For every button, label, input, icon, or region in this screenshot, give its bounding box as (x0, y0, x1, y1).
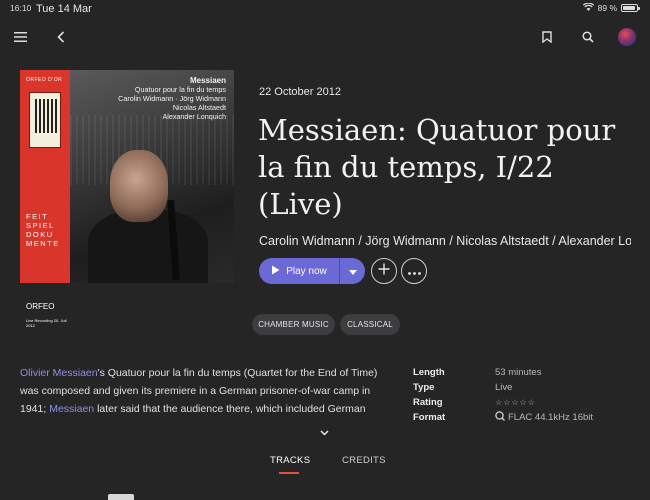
metadata-key: Format (413, 412, 446, 423)
format-value: FLAC 44.1kHz 16bit (495, 411, 593, 424)
cover-photo: Messiaen Quatuor pour la fin du temps Ca… (70, 70, 234, 283)
track-list-peek (0, 494, 650, 500)
cover-emblem (29, 92, 61, 148)
top-nav (0, 22, 650, 50)
cover-series-text: FEIT SPIEL DOKU MENTE (26, 212, 60, 248)
status-right: 89 % (582, 2, 640, 13)
metadata-row: Format FLAC 44.1kHz 16bit (413, 410, 593, 425)
genre-tag[interactable]: CLASSICAL (340, 314, 400, 335)
bookmark-icon[interactable] (536, 26, 558, 48)
album-artists[interactable]: Carolin Widmann / Jörg Widmann / Nicolas… (259, 234, 631, 248)
metadata-row: Type Live (413, 380, 593, 395)
chevron-down-icon (319, 423, 329, 441)
cover-performers: Nicolas Altstaedt (172, 103, 226, 112)
album-cover[interactable]: ORFEO D'OR FEIT SPIEL DOKU MENTE ORFEO L… (20, 70, 234, 328)
cover-figure-head (110, 150, 168, 222)
genre-tag[interactable]: CHAMBER MUSIC (252, 314, 335, 335)
release-date: 22 October 2012 (259, 86, 341, 98)
user-avatar[interactable] (616, 26, 638, 48)
battery-icon (621, 4, 640, 12)
composer-link[interactable]: Olivier Messiaen (20, 367, 98, 379)
cover-series-line: FEIT (26, 212, 49, 221)
status-time: 16:10 (10, 3, 32, 13)
caret-down-icon (348, 262, 357, 280)
metadata-key: Rating (413, 397, 443, 408)
metadata-value: 53 minutes (495, 367, 542, 378)
avatar (618, 28, 636, 46)
metadata-value: Live (495, 382, 513, 393)
audio-quality-icon (495, 411, 505, 424)
search-icon[interactable] (577, 26, 599, 48)
cover-label-logo: ORFEO (26, 302, 55, 311)
album-metadata: Length 53 minutes Type Live Rating ☆☆☆☆☆… (413, 365, 593, 425)
status-date: Tue 14 Mar (36, 3, 92, 15)
active-tab-indicator (279, 472, 299, 474)
cover-composer: Messiaen (189, 76, 226, 85)
cover-series-line: SPIEL (26, 221, 55, 230)
tab-credits[interactable]: CREDITS (342, 455, 386, 466)
metadata-value: FLAC 44.1kHz 16bit (508, 412, 594, 423)
cover-performers: Alexander Lonquich (162, 112, 226, 121)
metadata-row: Length 53 minutes (413, 365, 593, 380)
track-list-edge (108, 494, 134, 500)
cover-live-note: Live Recording 20. Juli 2012 (26, 318, 67, 328)
battery-percent: 89 % (597, 3, 617, 13)
tab-tracks[interactable]: TRACKS (270, 455, 310, 466)
cover-performers: Carolin Widmann · Jörg Widmann (118, 94, 226, 103)
back-icon[interactable] (50, 26, 72, 48)
plus-icon (378, 262, 390, 280)
expand-description-button[interactable] (318, 427, 330, 437)
album-description: Olivier Messiaen's Quatuor pour la fin d… (20, 364, 380, 418)
rating-stars[interactable]: ☆☆☆☆☆ (495, 398, 536, 407)
cover-series-line: DOKU (26, 230, 54, 239)
metadata-key: Length (413, 367, 445, 378)
play-options-button[interactable] (340, 258, 365, 284)
play-icon (271, 265, 280, 278)
battery-fill (623, 6, 635, 10)
play-button-group: Play now (259, 258, 365, 284)
metadata-key: Type (413, 382, 435, 393)
more-icon (407, 262, 421, 280)
menu-icon[interactable] (9, 26, 31, 48)
cover-label-band: ORFEO D'OR FEIT SPIEL DOKU MENTE ORFEO L… (20, 70, 70, 328)
composer-link[interactable]: Messiaen (49, 403, 94, 415)
cover-series-line: MENTE (26, 239, 60, 248)
cover-text: Messiaen Quatuor pour la fin du temps Ca… (118, 76, 226, 121)
content-tabs: TRACKS CREDITS (0, 455, 650, 475)
play-now-button[interactable]: Play now (259, 258, 339, 284)
description-text: later said that the audience there, whic… (94, 403, 366, 415)
more-options-button[interactable] (401, 258, 427, 284)
cover-label-top: ORFEO D'OR (26, 77, 63, 83)
add-button[interactable] (371, 258, 397, 284)
status-bar: 16:10 Tue 14 Mar 89 % (0, 0, 650, 16)
metadata-row: Rating ☆☆☆☆☆ (413, 395, 593, 410)
album-title: Messiaen: Quatuor pour la fin du temps, … (258, 113, 616, 221)
play-now-label: Play now (286, 265, 327, 277)
wifi-icon (582, 2, 594, 13)
cover-work: Quatuor pour la fin du temps (134, 85, 226, 94)
